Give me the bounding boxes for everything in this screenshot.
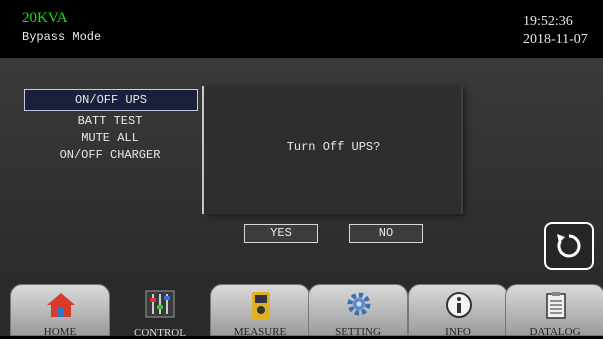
home-icon: [47, 293, 75, 317]
tab-info-label: INFO: [445, 326, 471, 338]
refresh-icon: [557, 234, 581, 258]
tab-measure[interactable]: MEASURE: [210, 284, 310, 338]
refresh-button[interactable]: [544, 222, 594, 270]
menu-divider: [202, 86, 204, 214]
multimeter-icon: [252, 292, 270, 319]
tab-setting[interactable]: SETTING: [308, 284, 408, 338]
dialog-message: Turn Off UPS?: [286, 140, 381, 154]
gear-icon: [347, 292, 371, 316]
ups-mode: Bypass Mode: [22, 30, 102, 44]
ups-model: 20KVA: [22, 10, 68, 26]
status-bar: 20KVA Bypass Mode 19:52:36 2018-11-07: [0, 0, 603, 58]
sliders-icon: [145, 290, 175, 318]
clipboard-icon: [546, 292, 566, 319]
tab-datalog[interactable]: DATALOG: [505, 284, 603, 338]
menu-item-on-off-charger[interactable]: ON/OFF CHARGER: [24, 145, 196, 165]
tab-info[interactable]: INFO: [408, 284, 508, 338]
menu-item-on-off-ups[interactable]: ON/OFF UPS: [24, 89, 198, 111]
clock-time: 19:52:36: [523, 14, 573, 29]
no-button[interactable]: NO: [349, 224, 423, 243]
clock-date: 2018-11-07: [523, 32, 588, 47]
tab-control[interactable]: CONTROL: [110, 284, 210, 339]
confirm-dialog: Turn Off UPS?: [206, 86, 463, 214]
tab-setting-label: SETTING: [335, 326, 381, 338]
control-menu: ON/OFF UPS BATT TEST MUTE ALL ON/OFF CHA…: [22, 86, 204, 216]
tab-home-label: HOME: [43, 326, 77, 338]
yes-button[interactable]: YES: [244, 224, 318, 243]
control-panel: ON/OFF UPS BATT TEST MUTE ALL ON/OFF CHA…: [0, 58, 603, 280]
info-icon: [446, 292, 472, 318]
tab-measure-label: MEASURE: [233, 326, 287, 338]
bottom-nav: HOME CONTROL MEASURE SETTING INFO DATALO…: [0, 280, 603, 339]
tab-home[interactable]: HOME: [10, 284, 110, 338]
tab-control-label: CONTROL: [134, 327, 186, 339]
tab-datalog-label: DATALOG: [529, 326, 581, 338]
